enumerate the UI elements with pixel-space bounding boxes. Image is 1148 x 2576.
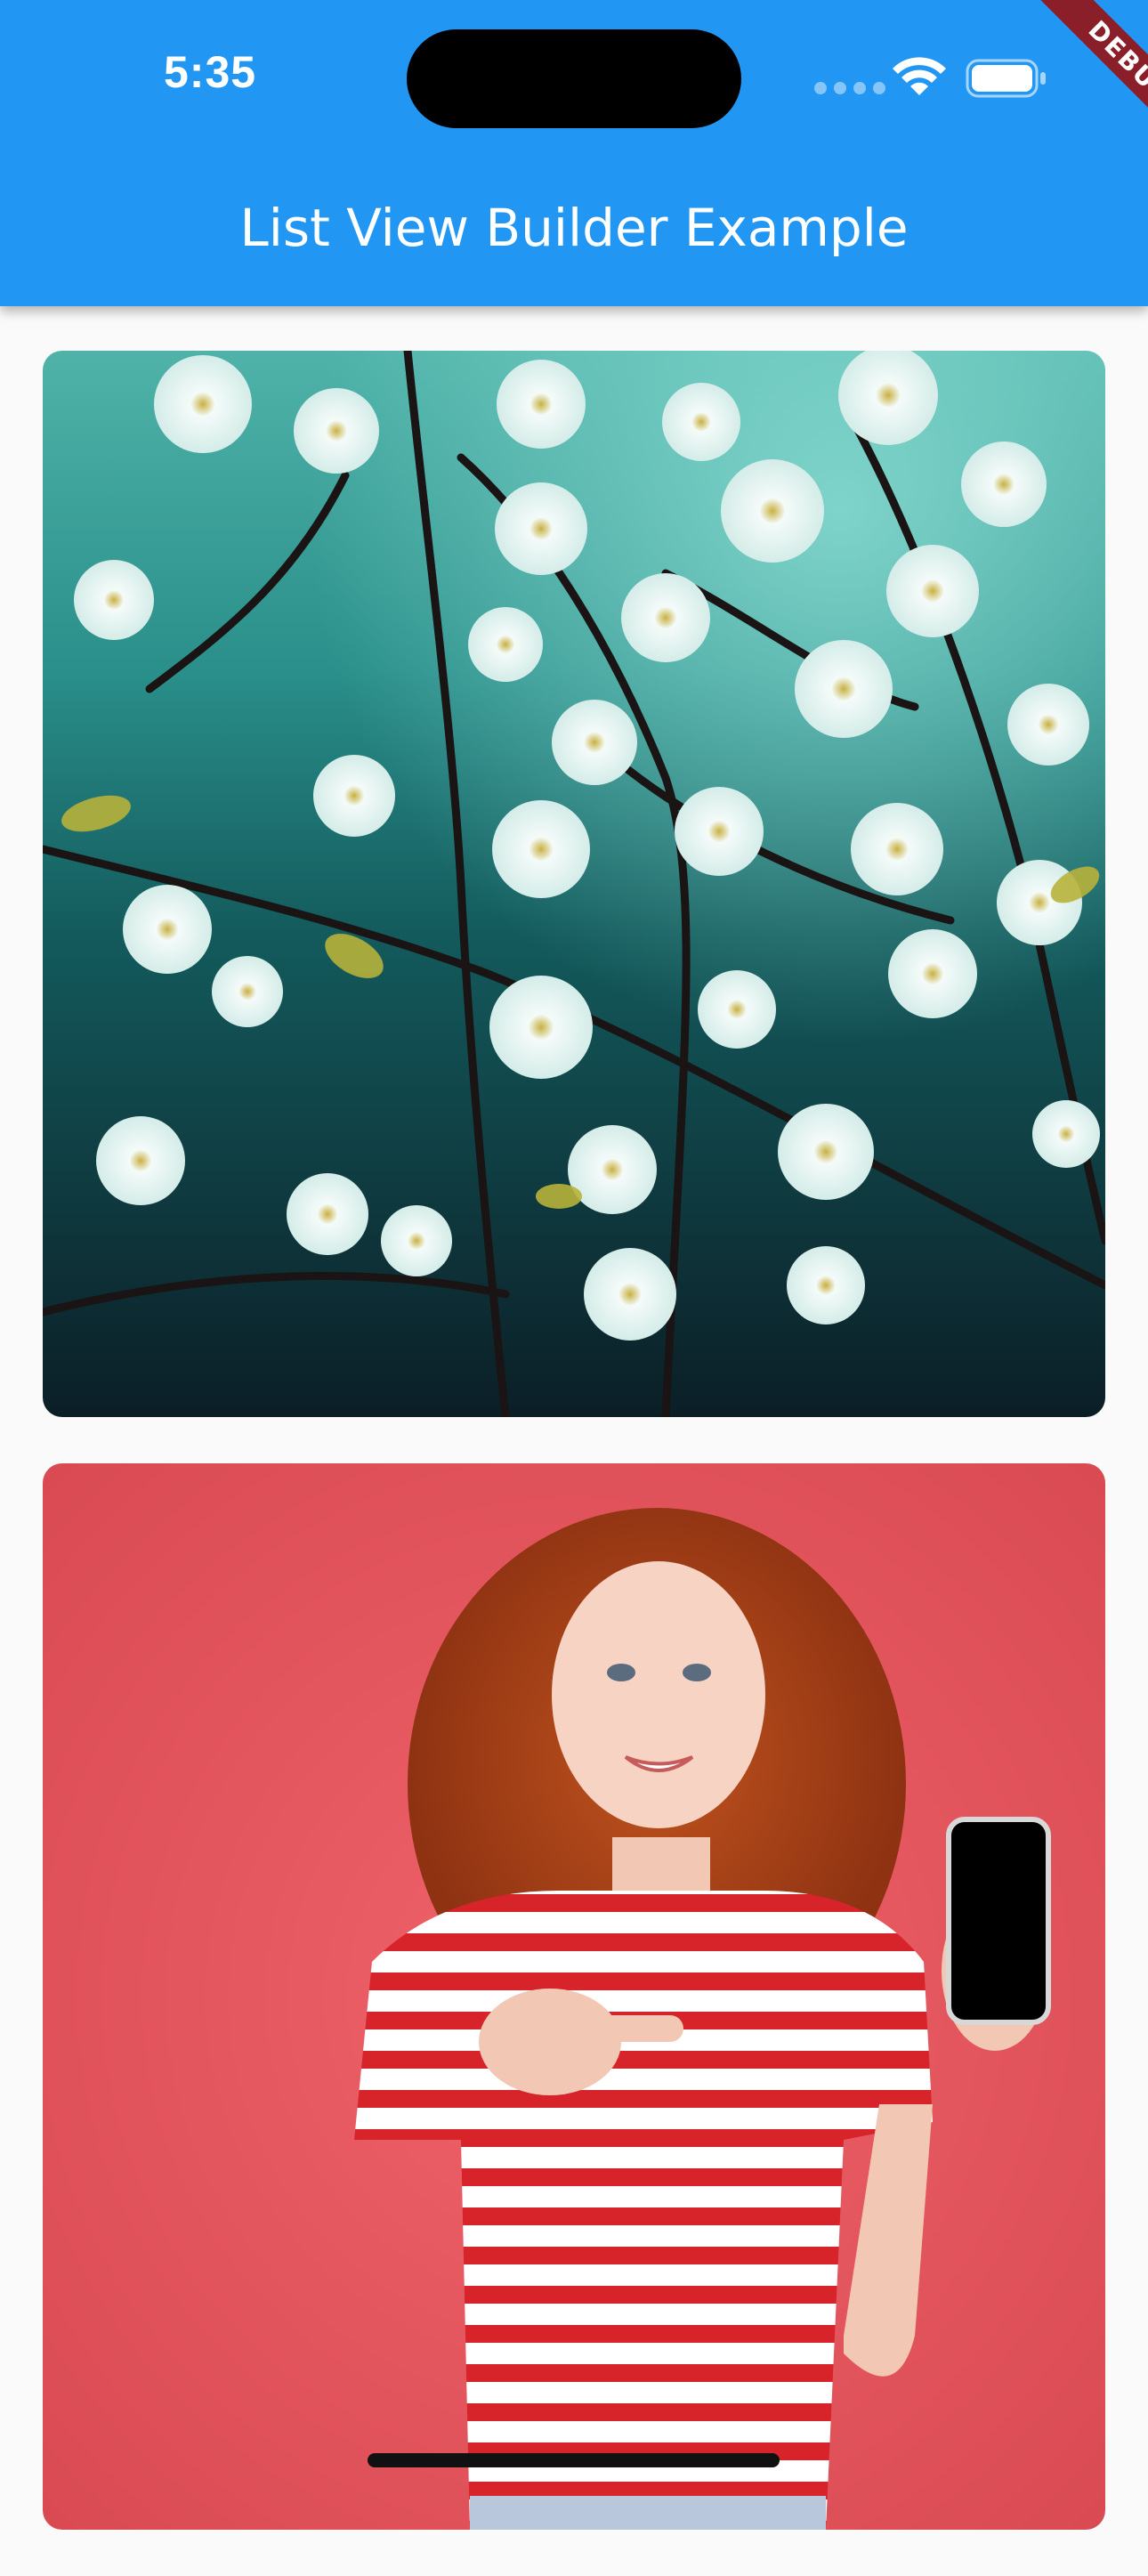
debug-label: DEBUG [1016, 0, 1148, 169]
page-title: List View Builder Example [239, 198, 909, 258]
cellular-signal-icon [814, 82, 885, 94]
list-item[interactable] [43, 351, 1105, 1417]
status-time: 5:35 [164, 47, 257, 97]
home-indicator[interactable] [368, 2453, 780, 2467]
image-list[interactable] [43, 351, 1105, 2576]
dynamic-island [407, 29, 741, 128]
photo-woman-with-phone [43, 1463, 1105, 2530]
debug-banner: DEBUG [979, 0, 1148, 169]
app-bar: 5:35 List View Builder Example [0, 0, 1148, 306]
photo-cherry-blossoms [43, 351, 1105, 1417]
wifi-icon [893, 57, 946, 95]
list-item[interactable] [43, 1463, 1105, 2530]
